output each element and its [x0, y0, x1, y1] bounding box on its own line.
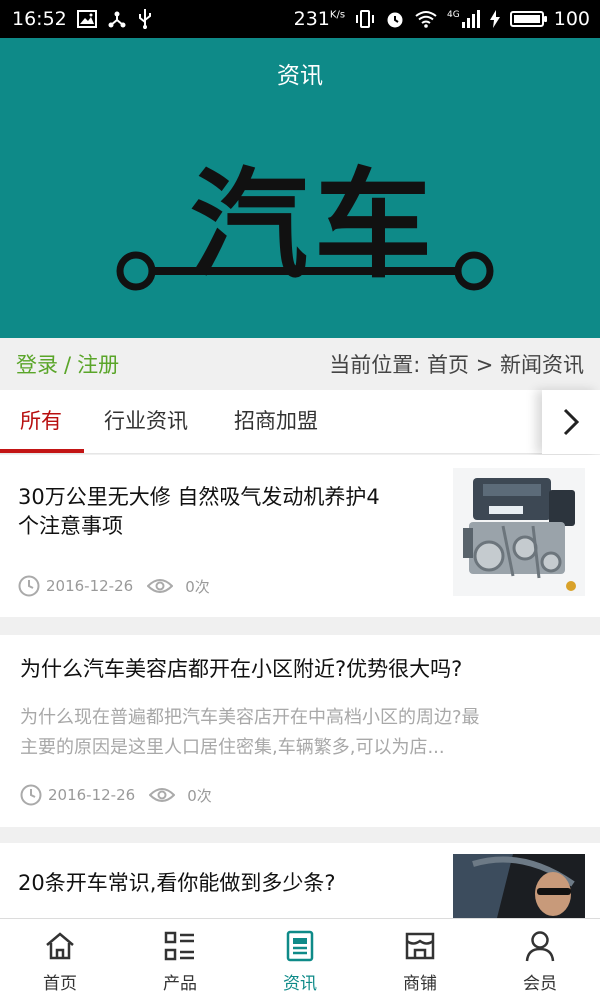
news-date: 2016-12-26: [48, 786, 136, 804]
clock-icon: [20, 784, 42, 806]
shop-icon: [405, 932, 435, 960]
document-icon: [286, 930, 314, 962]
news-meta: 2016-12-26 0次: [20, 784, 212, 806]
nav-label: 会员: [523, 974, 557, 994]
vibrate-icon: [356, 10, 375, 28]
news-title[interactable]: 20条开车常识,看你能做到多少条?: [18, 869, 438, 898]
news-title[interactable]: 30万公里无大修 自然吸气发动机养护4 个注意事项: [18, 483, 438, 541]
news-item[interactable]: 为什么汽车美容店都开在小区附近?优势很大吗? 为什么现在普遍都把汽车美容店开在中…: [0, 635, 600, 827]
battery-level: 100: [553, 8, 590, 30]
category-tabs: 所有 行业资讯 招商加盟: [0, 390, 600, 454]
usb-icon: [138, 9, 151, 29]
network-speed: 231K/s: [293, 8, 346, 30]
engine-thumbnail[interactable]: [453, 468, 585, 596]
news-views: 0次: [187, 786, 212, 805]
grid-list-icon: [164, 931, 194, 961]
register-link[interactable]: 注册: [77, 353, 119, 377]
tab-all[interactable]: 所有: [20, 390, 62, 454]
tab-industry-news[interactable]: 行业资讯: [104, 390, 188, 454]
status-bar: 16:52 231K/s 4G 100: [0, 0, 600, 38]
chevron-right-icon: [563, 408, 580, 436]
auth-separator: /: [64, 353, 72, 377]
gallery-icon: [76, 10, 97, 28]
nav-products[interactable]: 产品: [120, 919, 240, 1000]
home-icon: [46, 932, 74, 960]
breadcrumb: 当前位置: 首页 > 新闻资讯: [329, 349, 584, 379]
news-item[interactable]: 20条开车常识,看你能做到多少条?: [0, 843, 600, 923]
news-date: 2016-12-26: [46, 577, 134, 595]
page-title: 资讯: [277, 63, 323, 89]
nav-news[interactable]: 资讯: [240, 919, 360, 1000]
wifi-icon: [415, 11, 437, 28]
battery-icon: [509, 11, 547, 27]
share-hub-icon: [108, 11, 126, 28]
news-meta: 2016-12-26 0次: [18, 575, 210, 597]
active-tab-indicator: [0, 449, 84, 453]
eye-icon: [147, 579, 174, 593]
nav-member[interactable]: 会员: [480, 919, 600, 1000]
alarm-icon: [387, 12, 403, 28]
tab-franchise[interactable]: 招商加盟: [234, 390, 318, 454]
news-views: 0次: [185, 577, 210, 596]
login-link[interactable]: 登录: [16, 353, 58, 377]
driver-thumbnail[interactable]: [453, 854, 585, 923]
breadcrumb-row: 登录 / 注册 当前位置: 首页 > 新闻资讯: [0, 338, 600, 390]
breadcrumb-home[interactable]: 首页: [427, 353, 469, 377]
breadcrumb-label: 当前位置:: [329, 353, 421, 377]
tabs-more-button[interactable]: [542, 390, 600, 454]
nav-label: 资讯: [283, 974, 317, 994]
bottom-nav: 首页 产品 资讯 商铺 会员: [0, 918, 600, 1000]
eye-icon: [149, 788, 176, 802]
nav-label: 产品: [163, 974, 197, 994]
nav-label: 商铺: [403, 974, 437, 994]
signal-icon: 4G: [447, 10, 480, 28]
news-title[interactable]: 为什么汽车美容店都开在小区附近?优势很大吗?: [20, 655, 590, 684]
clock-icon: [18, 575, 40, 597]
user-icon: [525, 931, 555, 962]
news-item[interactable]: 30万公里无大修 自然吸气发动机养护4 个注意事项 2016-12-26 0次: [0, 455, 600, 617]
page-banner: 资讯 汽车: [0, 38, 600, 338]
breadcrumb-current: 新闻资讯: [500, 353, 584, 377]
nav-home[interactable]: 首页: [0, 919, 120, 1000]
nav-shops[interactable]: 商铺: [360, 919, 480, 1000]
nav-label: 首页: [43, 974, 77, 994]
auth-links: 登录 / 注册: [16, 349, 119, 379]
status-time: 16:52: [12, 8, 67, 30]
breadcrumb-arrow: >: [475, 353, 494, 377]
news-summary: 为什么现在普遍都把汽车美容店开在中高档小区的周边?最 主要的原因是这里人口居住密…: [20, 707, 480, 758]
auto-logo: 汽车: [116, 156, 494, 294]
charging-icon: [489, 10, 500, 28]
